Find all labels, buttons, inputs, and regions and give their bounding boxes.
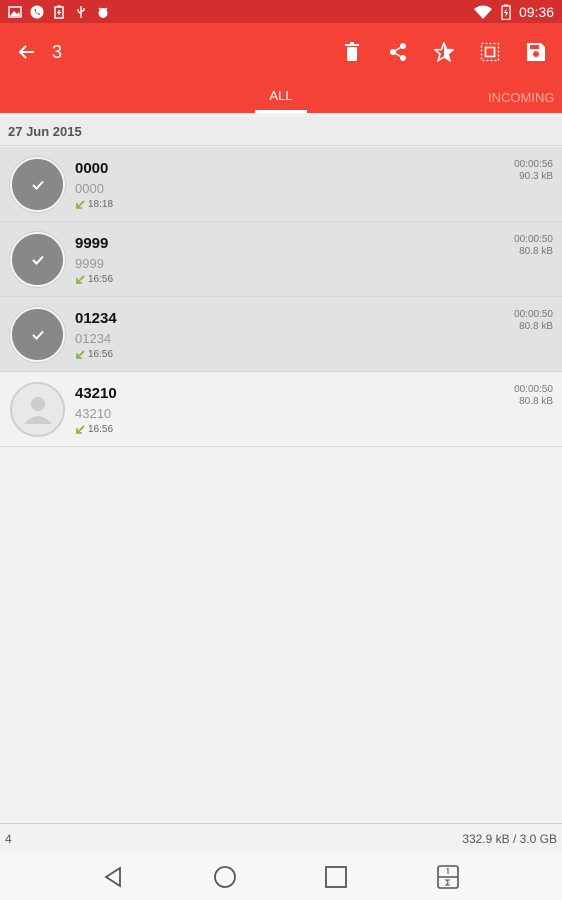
file-size: 90.3 kB [519,171,553,182]
nav-home-button[interactable] [212,864,238,890]
status-system: 09:36 [473,4,554,20]
avatar[interactable] [10,382,65,437]
nav-split-screen-button[interactable] [435,864,461,890]
delete-button[interactable] [342,42,362,62]
battery-icon [501,4,511,20]
call-time: 16:56 [75,274,113,285]
toolbar-row: 3 [0,23,562,81]
check-icon [31,330,44,340]
avatar[interactable] [10,232,65,287]
incoming-call-icon [76,349,85,359]
contact-name: 0000 [75,160,109,177]
incoming-call-icon [76,424,85,434]
phone-number: 0000 [75,181,104,196]
status-bar: 09:36 [0,0,562,23]
favorite-icon [434,42,454,62]
save-icon [527,43,545,61]
contact-name: 01234 [75,310,117,327]
arrow-left-icon [18,45,34,59]
phone-number: 01234 [75,331,112,346]
duration: 00:00:50 [514,234,553,245]
recording-count: 4 [5,831,12,846]
phone-number: 9999 [75,256,104,271]
home-icon [214,866,236,888]
toolbar-actions [342,42,546,62]
date-group-header: 27 Jun 2015 [0,117,562,146]
list-item[interactable]: 01234 01234 16:56 00:00:50 80.8 kB [0,297,562,372]
incoming-call-icon [76,199,85,209]
call-time-label: 16:56 [88,274,114,285]
list-footer: 4 332.9 kB / 3.0 GB [0,823,562,853]
status-notifications [8,5,110,19]
file-size: 80.8 kB [519,321,553,332]
list-item[interactable]: 0000 0000 18:18 00:00:56 90.3 kB [0,147,562,222]
check-icon [31,180,44,190]
action-toolbar: 3 ALL INCOMING [0,23,562,113]
split-screen-icon [437,865,459,889]
call-time: 18:18 [75,199,113,210]
check-icon [31,255,44,265]
call-time-label: 16:56 [88,424,114,435]
nav-recents-button[interactable] [323,864,349,890]
share-icon [390,43,406,61]
android-debug-icon [98,7,108,18]
avatar[interactable] [10,157,65,212]
contact-name: 9999 [75,235,109,252]
phone-icon [30,5,44,18]
recents-icon [325,866,347,888]
storage-usage: 332.9 kB / 3.0 GB [462,831,557,846]
list-item[interactable]: 43210 43210 16:56 00:00:50 80.8 kB [0,372,562,447]
selected-count: 3 [52,41,63,62]
contact-name: 43210 [75,385,117,402]
duration: 00:00:56 [514,159,553,170]
list-item[interactable]: 9999 9999 16:56 00:00:50 80.8 kB [0,222,562,297]
recording-list: 0000 0000 18:18 00:00:56 90.3 kB 9999 99… [0,147,562,447]
call-time-label: 18:18 [88,199,114,210]
call-time: 16:56 [75,424,113,435]
back-button[interactable] [16,41,38,63]
battery-saver-icon [54,5,64,19]
duration: 00:00:50 [514,384,553,395]
call-time: 16:56 [75,349,113,360]
share-button[interactable] [388,42,408,62]
tab-all[interactable]: ALL [255,81,307,113]
system-nav-bar [0,853,562,900]
back-icon [104,866,121,888]
duration: 00:00:50 [514,309,553,320]
favorite-button[interactable] [434,42,454,62]
call-time-label: 16:56 [88,349,114,360]
avatar[interactable] [10,307,65,362]
clock: 09:36 [518,3,554,20]
file-size: 80.8 kB [519,396,553,407]
usb-icon [77,5,85,18]
tab-bar: ALL INCOMING [0,81,562,113]
person-icon [23,396,52,424]
select-all-button[interactable] [480,42,500,62]
nav-back-button[interactable] [100,864,126,890]
wifi-icon [473,5,492,19]
incoming-call-icon [76,274,85,284]
phone-number: 43210 [75,406,112,421]
select-all-icon [480,42,500,62]
image-icon [8,5,22,18]
file-size: 80.8 kB [519,246,553,257]
delete-icon [345,42,359,61]
tab-incoming[interactable]: INCOMING [488,81,562,113]
save-button[interactable] [526,42,546,62]
